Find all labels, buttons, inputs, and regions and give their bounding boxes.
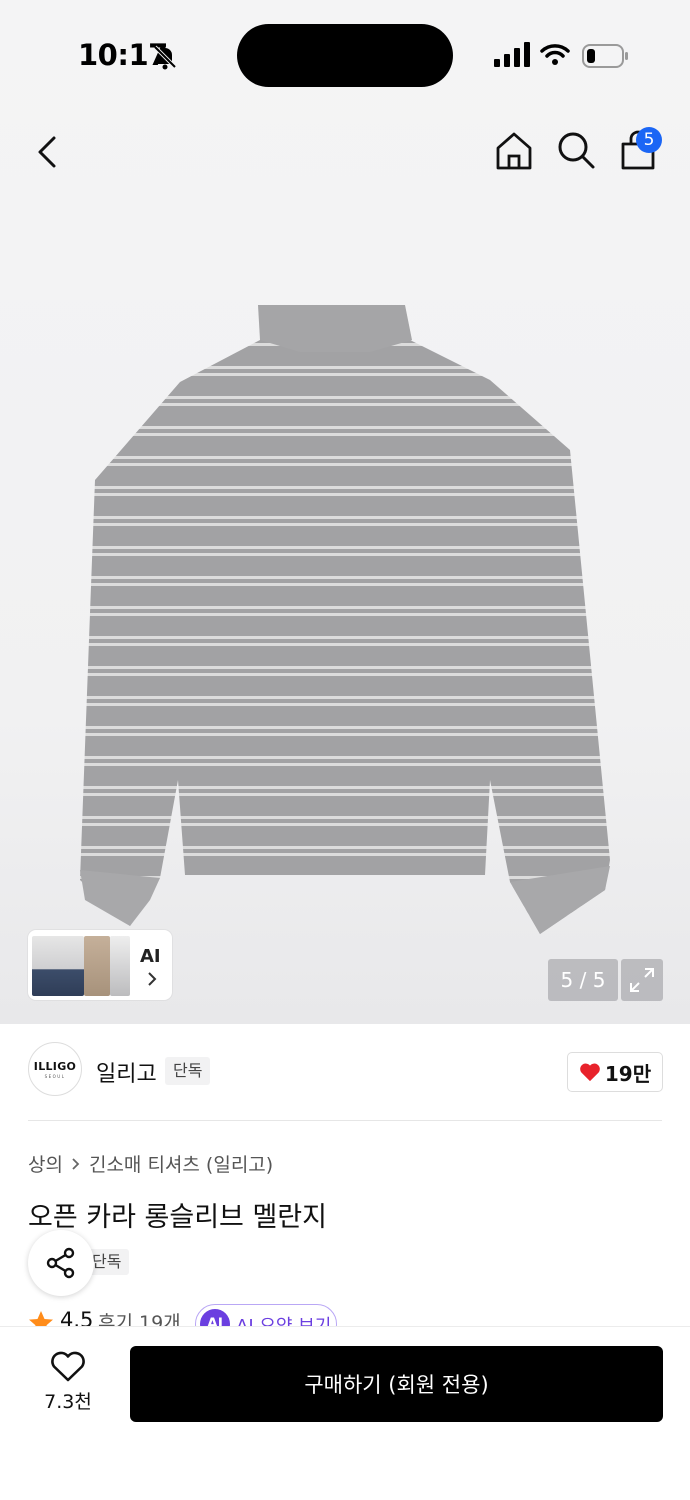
product-photo[interactable] (70, 300, 620, 940)
ai-label: AI (140, 946, 161, 967)
star-icon (29, 1311, 53, 1326)
rating-row: 4.5 후기 19개 AI AI 요약 보기 (28, 1304, 662, 1326)
breadcrumb-category[interactable]: 상의 (28, 1150, 63, 1177)
cellular-signal-icon (494, 42, 530, 67)
styling-thumbnail (84, 936, 110, 996)
dynamic-island (237, 24, 453, 87)
status-bar: 10:17 (0, 0, 690, 110)
review-count-link[interactable]: 후기 19개 (98, 1308, 181, 1326)
chevron-right-icon (148, 972, 157, 986)
brand-like-count: 19만 (604, 1061, 652, 1086)
styling-thumbnail (32, 936, 84, 996)
bottom-action-bar: 7.3천 구매하기 (회원 전용) (0, 1326, 690, 1500)
wishlist-button[interactable]: 7.3천 (28, 1347, 108, 1427)
brand-row: ILLIGO SEOUL 일리고 단독 19만 (0, 1042, 690, 1102)
home-icon[interactable] (492, 128, 536, 172)
ai-badge-icon: AI (200, 1309, 230, 1326)
share-icon (46, 1247, 75, 1279)
brand-name[interactable]: 일리고 (96, 1056, 157, 1088)
styling-thumbnail (110, 936, 130, 996)
ai-summary-label: AI 요약 보기 (236, 1312, 331, 1326)
breadcrumb-subcategory[interactable]: 긴소매 티셔츠 (일리고) (89, 1150, 273, 1177)
divider (28, 1120, 662, 1121)
buy-button[interactable]: 구매하기 (회원 전용) (130, 1346, 663, 1422)
brand-logo-text: ILLIGO (33, 1059, 77, 1073)
wifi-icon (540, 44, 570, 65)
back-icon[interactable] (26, 130, 70, 174)
chevron-right-icon (72, 1157, 80, 1170)
heart-outline-icon (51, 1351, 85, 1382)
silent-bell-icon (153, 45, 177, 70)
brand-logo[interactable]: ILLIGO SEOUL (28, 1042, 82, 1096)
wishlist-count: 7.3천 (44, 1391, 92, 1413)
breadcrumb: 상의 긴소매 티셔츠 (일리고) (28, 1150, 273, 1177)
ai-styling-thumbnails[interactable]: AI (28, 930, 172, 1000)
image-counter: 5 / 5 (548, 959, 618, 1001)
exclusive-badge: 단독 (165, 1057, 211, 1085)
expand-icon[interactable] (621, 959, 663, 1001)
brand-logo-subtext: SEOUL (44, 1073, 66, 1079)
ai-summary-button[interactable]: AI AI 요약 보기 (195, 1304, 337, 1326)
heart-filled-icon (580, 1063, 600, 1082)
brand-like-button[interactable]: 19만 (567, 1052, 663, 1092)
cart-count-badge: 5 (636, 127, 662, 153)
search-icon[interactable] (554, 128, 598, 172)
rating-score: 4.5 (60, 1308, 94, 1326)
battery-icon (582, 44, 628, 68)
product-title: 오픈 카라 롱슬리브 멜란지 (28, 1202, 327, 1233)
product-image-gallery[interactable]: 5 AI 5 / 5 (0, 0, 690, 1024)
share-button[interactable] (28, 1230, 94, 1296)
